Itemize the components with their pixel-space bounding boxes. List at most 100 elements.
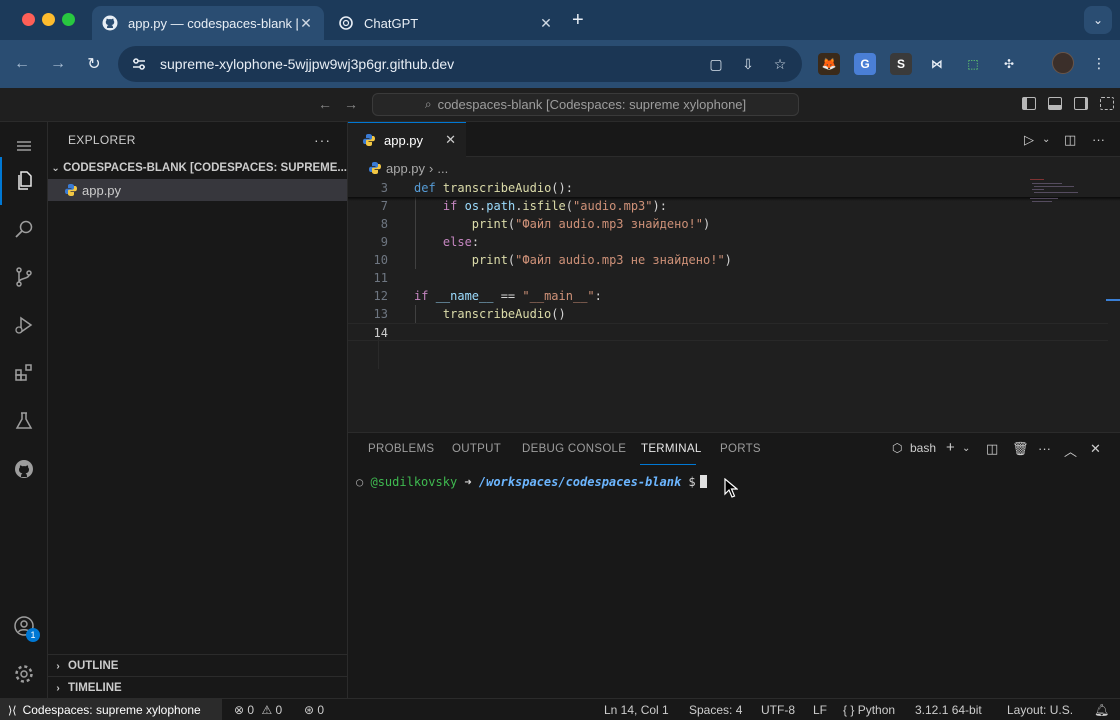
terminal-shell-name[interactable]: bash	[910, 441, 936, 455]
reload-icon[interactable]: ↻	[82, 52, 106, 76]
code-token: ()	[551, 307, 566, 321]
bookmark-star-icon[interactable]: ☆	[770, 54, 790, 74]
tab-search-button[interactable]: ⌄	[1084, 6, 1112, 34]
tab-debug-console[interactable]: DEBUG CONSOLE	[522, 443, 626, 455]
terminal-output[interactable]: ○ @sudilkovsky ➜ /workspaces/codespaces-…	[356, 475, 707, 489]
terminal-dropdown-icon[interactable]: ⌄	[962, 443, 970, 454]
new-tab-button[interactable]: +	[572, 10, 584, 30]
remote-indicator[interactable]: ⟩⟨ Codespaces: supreme xylophone	[0, 699, 222, 720]
vscode-titlebar: ← → ⌕ codespaces-blank [Codespaces: supr…	[0, 88, 1120, 122]
close-tab-icon[interactable]: ✕	[298, 15, 314, 32]
browser-tab-app-py[interactable]: app.py — codespaces-blank [ ✕	[92, 6, 324, 40]
problems-status[interactable]: ⊗ 0 ⚠ 0	[234, 703, 282, 717]
breadcrumb-file[interactable]: app.py	[386, 161, 425, 176]
go-forward-icon[interactable]: →	[344, 96, 358, 112]
maximize-panel-chevron-up-icon[interactable]: ︿	[1064, 441, 1077, 460]
toggle-primary-sidebar-icon[interactable]	[1022, 97, 1036, 110]
tab-problems[interactable]: PROBLEMS	[368, 443, 434, 455]
explorer-icon[interactable]	[0, 157, 48, 205]
encoding-status[interactable]: UTF-8	[761, 703, 795, 717]
tab-ports[interactable]: PORTS	[720, 443, 761, 455]
kill-terminal-trash-icon[interactable]: 🗑	[1012, 441, 1029, 457]
tab-output[interactable]: OUTPUT	[452, 443, 501, 455]
browser-tab-chatgpt[interactable]: ChatGPT ✕	[328, 6, 564, 40]
code-token: isfile	[522, 199, 566, 213]
clipboard-icon[interactable]: ▢	[706, 54, 726, 74]
minimap[interactable]	[1030, 179, 1090, 219]
more-actions-icon[interactable]: ···	[314, 132, 331, 148]
back-arrow-icon[interactable]: ←	[10, 52, 34, 76]
install-app-icon[interactable]: ⇩	[738, 54, 758, 74]
command-center[interactable]: ⌕ codespaces-blank [Codespaces: supreme …	[372, 93, 799, 116]
screen-capture-extension-icon[interactable]: ⬚	[962, 53, 984, 75]
code-token: transcribeAudio	[442, 307, 552, 321]
close-panel-icon[interactable]: ✕	[1090, 441, 1101, 457]
line-number: 11	[373, 271, 388, 285]
line-number: 9	[380, 235, 388, 249]
accounts-icon[interactable]: 1	[0, 602, 48, 650]
window-zoom-button[interactable]	[62, 13, 75, 26]
accounts-badge: 1	[26, 628, 40, 642]
workspace-section-header[interactable]: ⌄ CODESPACES-BLANK [CODESPACES: SUPREME.…	[48, 157, 347, 179]
toggle-secondary-sidebar-icon[interactable]	[1074, 97, 1088, 110]
run-python-icon[interactable]: ▷	[1024, 132, 1034, 148]
editor-more-actions-icon[interactable]: ···	[1092, 132, 1105, 147]
breadcrumb: app.py › ...	[348, 157, 1120, 179]
site-settings-icon[interactable]	[130, 55, 148, 73]
eol-status[interactable]: LF	[813, 703, 827, 717]
editor-tab-app-py[interactable]: app.py ✕	[348, 122, 466, 157]
cursor-position[interactable]: Ln 14, Col 1	[604, 703, 669, 717]
outline-section[interactable]: › OUTLINE	[48, 654, 347, 677]
editor-tab-bar: app.py ✕ ▷ ⌄ ◫ ···	[348, 122, 1120, 157]
breadcrumb-symbol[interactable]: ...	[437, 161, 448, 176]
code-line: 11	[348, 269, 1108, 287]
split-editor-icon[interactable]: ◫	[1064, 132, 1076, 148]
source-control-icon[interactable]	[0, 253, 48, 301]
settings-gear-icon[interactable]	[0, 650, 48, 698]
code-editor[interactable]: 3 def transcribeAudio(): 7 if os.path.is…	[348, 179, 1120, 432]
panel-more-actions-icon[interactable]: ···	[1038, 441, 1051, 456]
editor-tab-label: app.py	[384, 132, 424, 148]
code-token: if	[442, 199, 458, 213]
language-label: Python	[857, 703, 896, 717]
run-debug-icon[interactable]	[0, 301, 48, 349]
metamask-extension-icon[interactable]: 🦊	[818, 53, 840, 75]
split-terminal-icon[interactable]: ◫	[986, 441, 998, 457]
address-bar[interactable]: supreme-xylophone-5wjjpw9wj3p6gr.github.…	[118, 46, 802, 82]
browser-tab-title: app.py — codespaces-blank [	[128, 15, 298, 31]
explorer-title: EXPLORER	[68, 132, 136, 147]
new-terminal-icon[interactable]: +	[946, 439, 955, 456]
go-back-icon[interactable]: ←	[318, 96, 332, 112]
code-line: 8 print("Файл audio.mp3 знайдено!")	[348, 215, 1108, 233]
s-extension-icon[interactable]: S	[890, 53, 912, 75]
testing-flask-icon[interactable]	[0, 397, 48, 445]
extensions-puzzle-icon[interactable]: ✣	[998, 53, 1020, 75]
notifications-bell-icon[interactable]: 🔔︎	[1094, 703, 1109, 717]
extensions-icon[interactable]	[0, 349, 48, 397]
github-icon[interactable]	[0, 445, 48, 493]
language-mode[interactable]: { } Python	[843, 703, 895, 717]
prompt-path: /workspaces/codespaces-blank	[478, 475, 682, 489]
forward-arrow-icon[interactable]: →	[46, 52, 70, 76]
python-interpreter[interactable]: 3.12.1 64-bit	[915, 703, 982, 717]
window-minimize-button[interactable]	[42, 13, 55, 26]
close-editor-icon[interactable]: ✕	[445, 132, 456, 148]
close-tab-icon[interactable]: ✕	[538, 15, 554, 32]
profile-avatar[interactable]	[1052, 52, 1074, 74]
browser-menu-icon[interactable]: ⋮	[1092, 55, 1106, 72]
window-close-button[interactable]	[22, 13, 35, 26]
timeline-section[interactable]: › TIMELINE	[48, 676, 347, 699]
tab-terminal[interactable]: TERMINAL	[641, 443, 702, 455]
extension-icon[interactable]: ⋈	[926, 53, 948, 75]
toggle-panel-icon[interactable]	[1048, 97, 1062, 110]
ports-status[interactable]: ⊛ 0	[304, 703, 324, 717]
run-dropdown-icon[interactable]: ⌄	[1042, 134, 1050, 145]
keyboard-layout[interactable]: Layout: U.S.	[1007, 703, 1073, 717]
translate-extension-icon[interactable]: G	[854, 53, 876, 75]
code-token: )	[703, 217, 711, 231]
code-token: "Файл audio.mp3 не знайдено!"	[515, 253, 725, 267]
search-icon[interactable]	[0, 205, 48, 253]
indentation-status[interactable]: Spaces: 4	[689, 703, 742, 717]
file-tree-item[interactable]: app.py	[48, 179, 347, 201]
customize-layout-icon[interactable]	[1100, 97, 1114, 110]
